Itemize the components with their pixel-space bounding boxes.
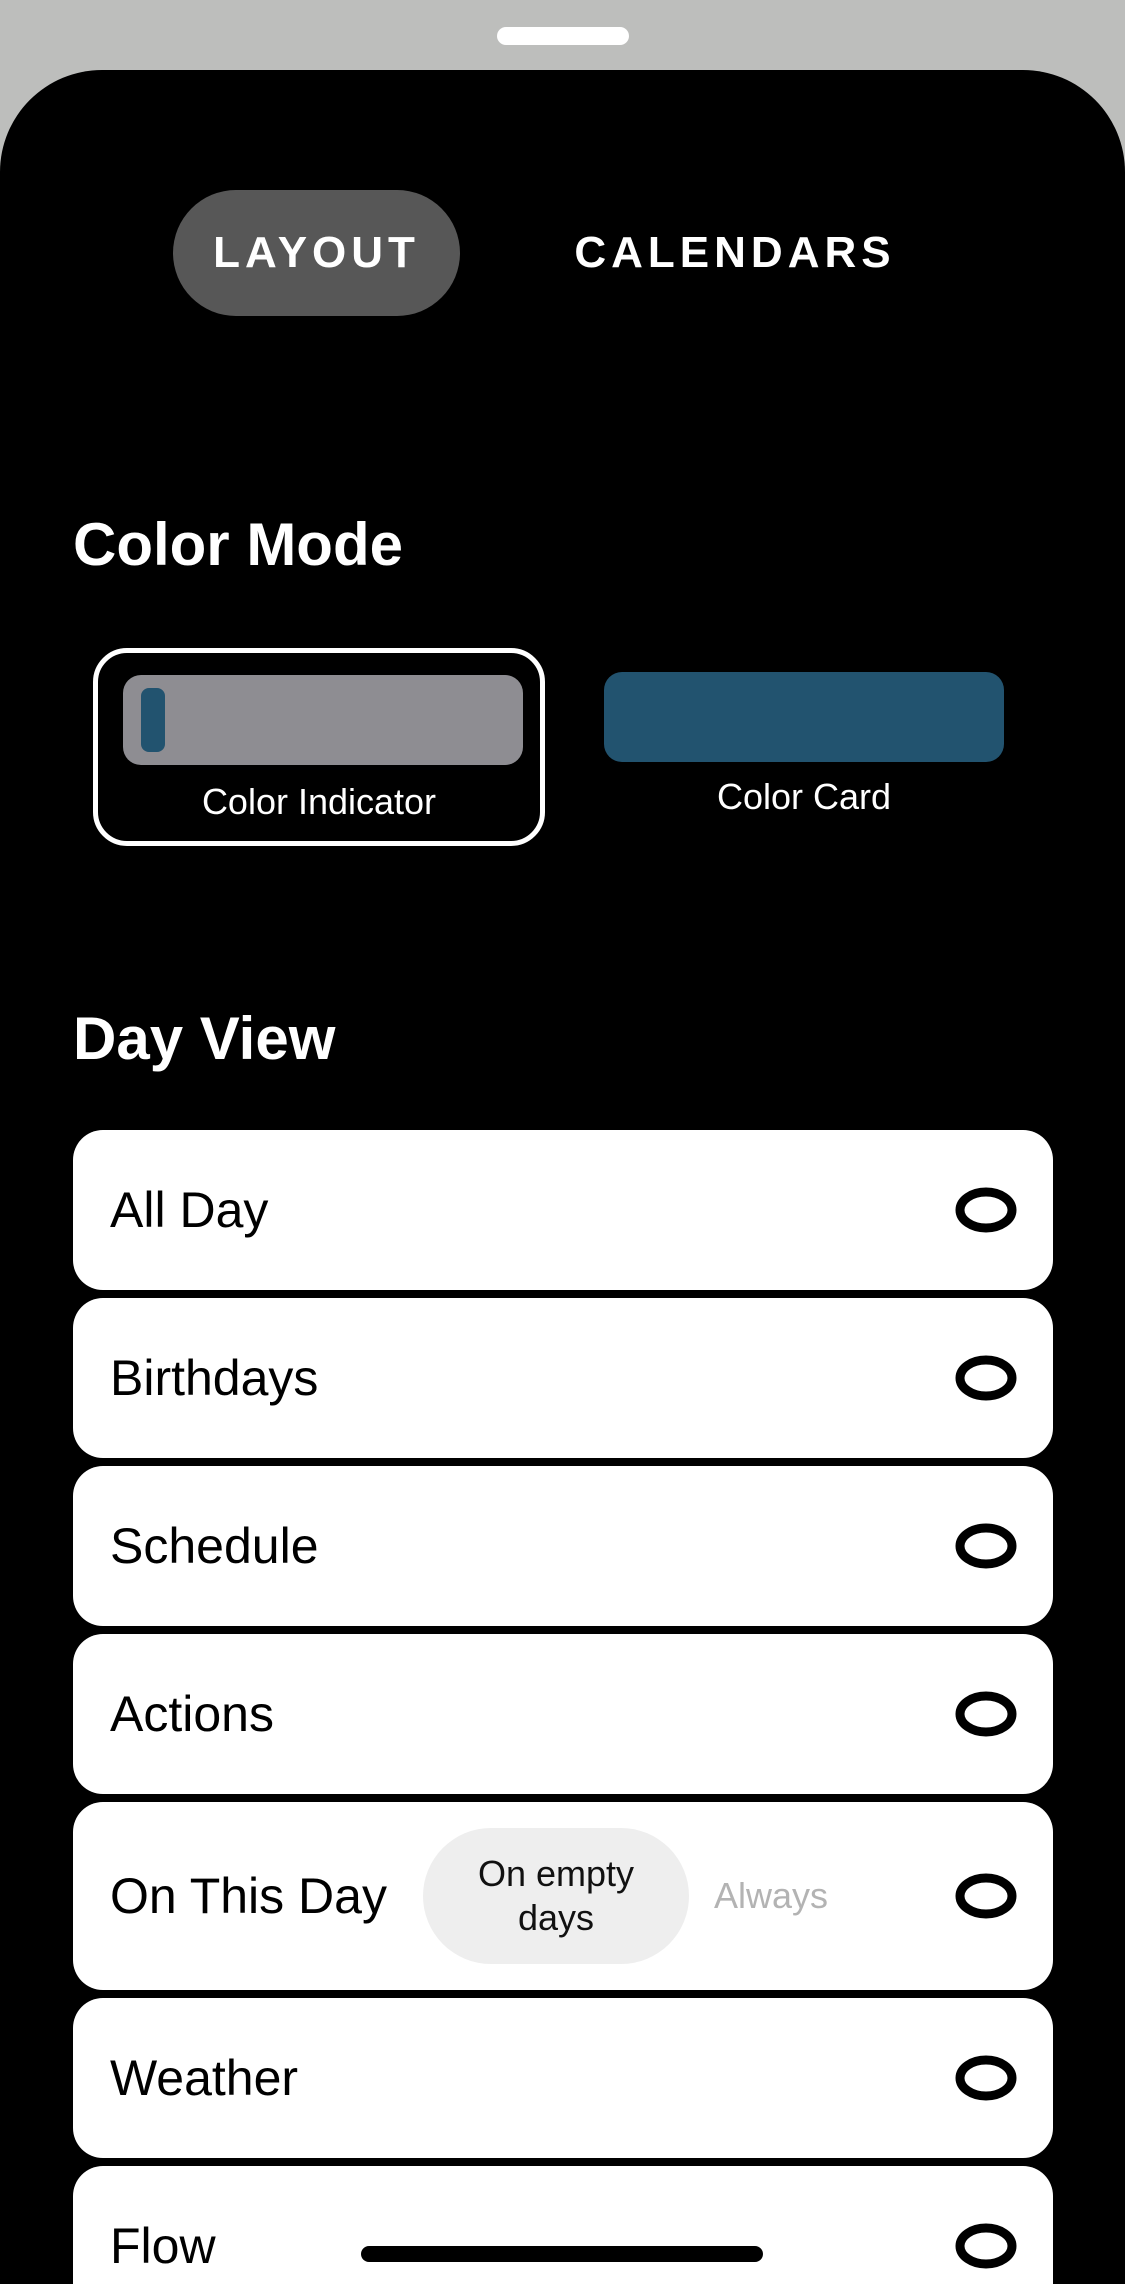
row-label: Birthdays (110, 1350, 319, 1406)
color-card-label: Color Card (716, 776, 892, 817)
settings-sheet: LAYOUT CALENDARS Color Mode Color Indica… (0, 70, 1125, 2284)
row-birthdays[interactable]: Birthdays (73, 1298, 1053, 1458)
row-actions[interactable]: Actions (73, 1634, 1053, 1794)
color-indicator-option[interactable]: Color Indicator (93, 648, 545, 846)
color-mode-title: Color Mode (73, 511, 403, 578)
row-weather[interactable]: Weather (73, 1998, 1053, 2158)
eye-icon[interactable] (955, 2055, 1017, 2101)
sheet-grabber[interactable] (497, 27, 629, 45)
eye-icon[interactable] (955, 2223, 1017, 2269)
day-view-title: Day View (73, 1005, 336, 1072)
home-indicator[interactable] (361, 2246, 763, 2262)
indicator-preview (123, 675, 523, 765)
eye-icon[interactable] (955, 1187, 1017, 1233)
on-this-day-segmented-control: On empty days Always (423, 1828, 853, 1964)
row-all-day[interactable]: All Day (73, 1130, 1053, 1290)
color-card-option[interactable]: Color Card (604, 672, 1004, 832)
row-label: All Day (110, 1182, 269, 1238)
color-indicator-label: Color Indicator (201, 781, 437, 822)
row-label: Actions (110, 1686, 274, 1742)
tab-layout[interactable]: LAYOUT (173, 190, 460, 316)
segment-on-empty-days[interactable]: On empty days (423, 1828, 689, 1964)
tab-calendars[interactable]: CALENDARS (560, 190, 910, 316)
row-label: On This Day (110, 1868, 387, 1924)
eye-icon[interactable] (955, 1523, 1017, 1569)
row-flow[interactable]: Flow (73, 2166, 1053, 2284)
row-label: Schedule (110, 1518, 319, 1574)
eye-icon[interactable] (955, 1691, 1017, 1737)
row-schedule[interactable]: Schedule (73, 1466, 1053, 1626)
row-label: Weather (110, 2050, 299, 2106)
card-preview (604, 672, 1004, 762)
row-on-this-day[interactable]: On This Day On empty days Always (73, 1802, 1053, 1990)
segment-always[interactable]: Always (689, 1828, 853, 1964)
tab-bar: LAYOUT CALENDARS (0, 190, 1125, 316)
eye-icon[interactable] (955, 1873, 1017, 1919)
indicator-bar (141, 688, 165, 752)
row-label: Flow (110, 2218, 216, 2274)
eye-icon[interactable] (955, 1355, 1017, 1401)
